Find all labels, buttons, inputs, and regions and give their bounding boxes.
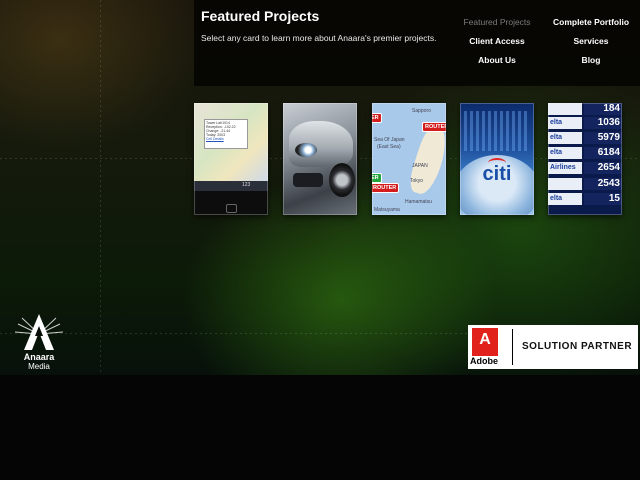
board-airline: elta (548, 193, 582, 205)
badge-divider (512, 329, 513, 365)
board-number: 1036 (584, 117, 622, 129)
car-grille (293, 173, 323, 187)
board-row: elta 1036 (548, 117, 622, 129)
brand-tagline: Media (28, 362, 50, 371)
adobe-mark: A (479, 331, 491, 348)
project-card-citi[interactable]: citi (460, 103, 534, 215)
board-number: 5979 (584, 132, 622, 144)
board-row: elta 6184 (548, 147, 622, 159)
router-tag: ER (372, 113, 382, 123)
router-tag: ROUTER (372, 183, 400, 193)
brand-name: Anaara (23, 352, 55, 362)
project-card-mobile-map[interactable]: Tower Lat/1014 Reception: -102.22 Change… (194, 103, 268, 215)
project-card-car[interactable] (283, 103, 357, 215)
board-number: 15 (584, 193, 622, 205)
nav-blog[interactable]: Blog (582, 55, 601, 65)
nav-featured-projects[interactable]: Featured Projects (463, 17, 530, 27)
citi-logo: citi (482, 163, 512, 185)
project-card-airline-board[interactable]: 184 elta 1036 elta 5979 elta 6184 Airlines 2… (548, 103, 622, 215)
board-airline: Airlines (548, 162, 582, 174)
router-tag: ROUTER (422, 122, 446, 132)
board-row: 184 (548, 103, 622, 115)
app-toolbar: 123 (194, 181, 268, 191)
bubble-line: Cell Details (206, 137, 224, 141)
board-airline: elta (548, 132, 582, 144)
home-button-icon (226, 204, 237, 213)
car-wheel (329, 163, 355, 197)
adobe-wordmark: Adobe (470, 356, 498, 366)
board-row: 2543 (548, 178, 622, 190)
board-airline: elta (548, 117, 582, 129)
map-label: (East Sea) (377, 144, 401, 150)
page-title: Featured Projects (201, 8, 320, 24)
router-tag-green: ER (372, 173, 382, 183)
map-label: JAPAN (412, 163, 428, 169)
nav-services[interactable]: Services (574, 36, 609, 46)
anaara-logo[interactable]: Anaara Media (10, 312, 68, 372)
board-row: Airlines 2654 (548, 162, 622, 174)
map-label: Sea Of Japan (374, 137, 405, 143)
board-airline (548, 103, 582, 115)
adobe-solution-partner-badge[interactable]: A Adobe SOLUTION PARTNER (468, 325, 638, 369)
chart-bars-graphic (464, 111, 530, 151)
board-airline: elta (548, 147, 582, 159)
page-subtitle: Select any card to learn more about Anaa… (201, 33, 437, 43)
map-info-bubble: Tower Lat/1014 Reception: -102.22 Change… (204, 119, 248, 149)
japan-landmass (405, 122, 446, 198)
board-number: 2543 (584, 178, 622, 190)
board-row: elta 15 (548, 193, 622, 205)
project-card-japan-map[interactable]: ER Sapporo ROUTER Sea Of Japan (East Sea… (372, 103, 446, 215)
map-label: Sapporo (412, 108, 431, 114)
nav-client-access[interactable]: Client Access (469, 36, 524, 46)
board-airline (548, 178, 582, 190)
nav-complete-portfolio[interactable]: Complete Portfolio (553, 17, 629, 27)
board-row: elta 5979 (548, 132, 622, 144)
board-number: 6184 (584, 147, 622, 159)
board-number: 2654 (584, 162, 622, 174)
solution-partner-label: SOLUTION PARTNER (522, 341, 633, 352)
car-headlight (295, 143, 317, 157)
map-label: Tokyo (410, 178, 424, 184)
toolbar-count: 123 (242, 182, 251, 188)
map-label: Matsuyama (374, 207, 400, 213)
grid-line (100, 0, 101, 375)
anaara-a-icon (14, 314, 64, 350)
nav-about-us[interactable]: About Us (478, 55, 516, 65)
adobe-logo-icon: A (472, 328, 498, 356)
board-number: 184 (584, 103, 622, 115)
map-label: Hamamatsu (405, 199, 432, 205)
